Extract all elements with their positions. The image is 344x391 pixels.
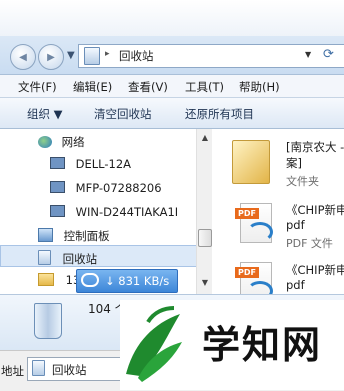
- address-field[interactable]: ▸ 回收站 ▼ ⟳: [78, 44, 344, 68]
- file-type: PDF 文件: [286, 237, 333, 250]
- file-item-folder[interactable]: [南京农大 - 案] 文件夹: [230, 136, 344, 191]
- forward-button[interactable]: ▶: [38, 44, 64, 70]
- address-path: 回收站: [119, 49, 154, 63]
- nav-scrollbar[interactable]: [196, 129, 213, 294]
- scroll-down-icon[interactable]: ▼: [200, 278, 210, 287]
- back-arrow-icon: ◀: [19, 52, 27, 63]
- nav-label-network: 网络: [61, 135, 85, 149]
- nav-label-control-panel: 控制面板: [63, 229, 110, 243]
- file-name-line-2: pdf: [286, 218, 305, 232]
- folder-icon: [232, 140, 270, 184]
- pdf-file-icon: PDF: [235, 203, 273, 243]
- empty-recycle-bin-button[interactable]: 清空回收站: [94, 106, 152, 122]
- address-dropdown-icon[interactable]: ▼: [305, 50, 311, 59]
- file-name-line-1: 《CHIP新申: [286, 203, 344, 217]
- forward-arrow-icon: ▶: [47, 52, 55, 63]
- download-speed: ↓ 831 KB/s: [105, 274, 170, 288]
- computer-icon: [50, 205, 65, 217]
- menu-tools[interactable]: 工具(T): [185, 79, 224, 95]
- nav-item-computer-2[interactable]: MFP-07288206: [50, 181, 162, 195]
- nav-item-partial[interactable]: 13: [38, 273, 80, 287]
- leaf-logo-icon: [126, 306, 182, 382]
- file-name-line-1: 《CHIP新申: [286, 263, 344, 277]
- refresh-icon[interactable]: ⟳: [323, 47, 334, 62]
- menu-help[interactable]: 帮助(H): [239, 79, 280, 95]
- nav-label-recycle-bin: 回收站: [62, 252, 98, 266]
- selected-nav-row: [0, 245, 198, 267]
- nav-item-network[interactable]: 网络: [38, 134, 85, 150]
- recycle-bin-icon: [32, 360, 45, 376]
- file-name-line-2: pdf: [286, 278, 305, 292]
- menu-view[interactable]: 查看(V): [128, 79, 168, 95]
- scroll-up-icon[interactable]: ▲: [200, 133, 210, 142]
- nav-item-recycle-bin[interactable]: 回收站: [38, 250, 97, 267]
- pdf-tag: PDF: [235, 267, 259, 278]
- cloud-icon: [81, 273, 99, 287]
- pdf-tag: PDF: [235, 208, 259, 219]
- nav-item-control-panel[interactable]: 控制面板: [38, 228, 110, 244]
- bottom-address-path: 回收站: [52, 363, 87, 377]
- menu-file[interactable]: 文件(F): [18, 79, 57, 95]
- menu-edit[interactable]: 编辑(E): [73, 79, 112, 95]
- file-item-pdf-2[interactable]: PDF 《CHIP新申 pdf: [230, 258, 344, 302]
- nav-item-computer-1[interactable]: DELL-12A: [50, 157, 131, 171]
- file-name-line-1: [南京农大 -: [286, 140, 344, 154]
- recycle-bin-icon: [38, 250, 51, 265]
- recycle-bin-icon: [84, 47, 100, 65]
- organize-button[interactable]: 组织 ▼: [27, 106, 63, 122]
- history-dropdown-icon[interactable]: ▼: [67, 50, 75, 61]
- scrollbar-thumb[interactable]: [198, 229, 212, 247]
- nav-label-computer-3: WIN-D244TIAKA1I: [75, 205, 179, 219]
- file-name-line-2: 案]: [286, 156, 302, 170]
- network-icon: [38, 136, 52, 148]
- command-toolbar: 组织 ▼ 清空回收站 还原所有项目: [0, 98, 344, 129]
- file-type: 文件夹: [286, 175, 319, 188]
- back-button[interactable]: ◀: [10, 44, 36, 70]
- nav-label-computer-2: MFP-07288206: [75, 181, 162, 195]
- watermark-text: 学知网: [202, 323, 323, 367]
- address-label: 地址: [1, 364, 24, 378]
- file-item-pdf-1[interactable]: PDF 《CHIP新申 pdf PDF 文件: [230, 199, 344, 251]
- site-watermark: 学知网: [120, 300, 344, 390]
- folder-icon: [38, 273, 54, 286]
- path-separator-icon: ▸: [105, 49, 110, 59]
- window-top-strip: [0, 0, 344, 36]
- bottom-address-field[interactable]: 回收站: [27, 357, 124, 381]
- computer-icon: [50, 181, 65, 193]
- menu-bar: 文件(F) 编辑(E) 查看(V) 工具(T) 帮助(H): [0, 75, 344, 98]
- nav-item-computer-3[interactable]: WIN-D244TIAKA1I: [50, 205, 178, 219]
- control-panel-icon: [38, 228, 53, 242]
- restore-all-button[interactable]: 还原所有项目: [185, 106, 254, 122]
- nav-label-computer-1: DELL-12A: [75, 157, 132, 171]
- recycle-bin-large-icon: [34, 303, 62, 339]
- computer-icon: [50, 157, 65, 169]
- download-speed-widget[interactable]: ↓ 831 KB/s: [76, 269, 178, 293]
- acrobat-swoosh-icon: [247, 222, 273, 242]
